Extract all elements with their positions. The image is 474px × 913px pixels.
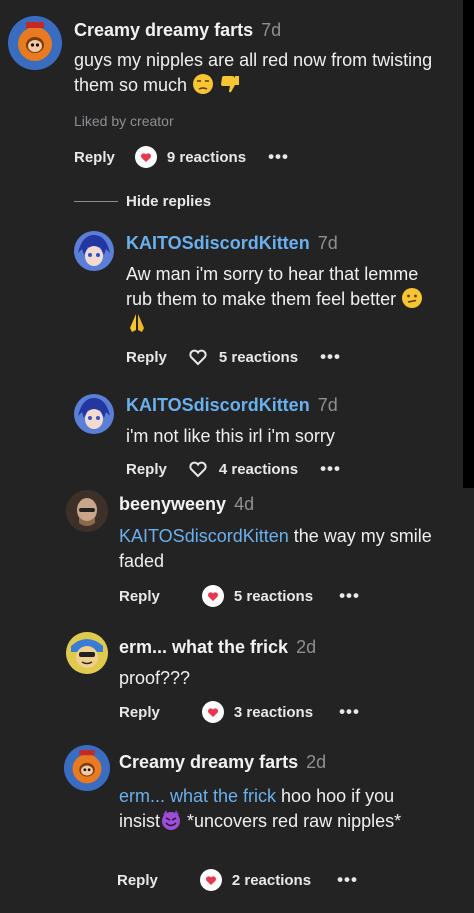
comment-age: 7d bbox=[317, 395, 338, 415]
reply-button[interactable]: Reply bbox=[119, 588, 160, 605]
avatar[interactable] bbox=[66, 632, 108, 674]
avatar-anime-icon bbox=[74, 231, 114, 271]
username-text[interactable]: KAITOSdiscordKitten bbox=[126, 395, 310, 415]
reactions-count[interactable]: 9 reactions bbox=[167, 149, 246, 166]
liked-by-creator: Liked by creator bbox=[74, 113, 174, 129]
more-options-button[interactable]: ••• bbox=[337, 870, 358, 890]
comment-text: erm... what the frick hoo hoo if you ins… bbox=[119, 784, 439, 834]
comment-username[interactable]: beenyweeny 4d bbox=[119, 494, 254, 515]
avatar[interactable] bbox=[66, 490, 108, 532]
reactions-count[interactable]: 2 reactions bbox=[232, 872, 311, 889]
heart-filled-icon[interactable] bbox=[201, 701, 224, 723]
avatar[interactable] bbox=[8, 16, 62, 70]
comment-age: 4d bbox=[234, 494, 255, 514]
username-text[interactable]: beenyweeny bbox=[119, 494, 226, 514]
comment-age: 7d bbox=[317, 233, 338, 253]
comment-username[interactable]: KAITOSdiscordKitten 7d bbox=[126, 395, 338, 416]
hide-replies-divider bbox=[74, 201, 118, 202]
avatar[interactable] bbox=[64, 745, 110, 791]
comment-text: i'm not like this irl i'm sorry bbox=[126, 424, 446, 449]
comment-actions: Reply 9 reactions ••• bbox=[74, 146, 289, 168]
comment-username[interactable]: Creamy dreamy farts 7d bbox=[74, 20, 281, 41]
avatar-photo-icon bbox=[66, 490, 108, 532]
comment-age: 2d bbox=[306, 752, 327, 772]
comment-username[interactable]: erm... what the frick 2d bbox=[119, 637, 316, 658]
comment-text: KAITOSdiscordKitten the way my smile fad… bbox=[119, 524, 449, 574]
comment-actions: Reply 4 reactions ••• bbox=[126, 458, 341, 480]
reactions-count[interactable]: 5 reactions bbox=[234, 588, 313, 605]
comment-text: Aw man i'm sorry to hear that lemme rub … bbox=[126, 262, 426, 337]
confused-face-icon bbox=[402, 288, 423, 308]
avatar-kenny-icon bbox=[8, 16, 62, 70]
heart-outline-icon[interactable] bbox=[187, 346, 209, 368]
comment-body-continued: *uncovers red raw nipples* bbox=[182, 811, 402, 831]
comment-username[interactable]: KAITOSdiscordKitten 7d bbox=[126, 233, 338, 254]
comment-body: Aw man i'm sorry to hear that lemme rub … bbox=[126, 264, 419, 309]
more-options-button[interactable]: ••• bbox=[320, 459, 341, 479]
comment-actions: Reply 5 reactions ••• bbox=[119, 585, 360, 607]
username-text[interactable]: Creamy dreamy farts bbox=[74, 20, 253, 40]
reactions-count[interactable]: 5 reactions bbox=[219, 349, 298, 366]
comment-username[interactable]: Creamy dreamy farts 2d bbox=[119, 752, 326, 773]
comment-text: guys my nipples are all red now from twi… bbox=[74, 48, 444, 98]
avatar[interactable] bbox=[74, 231, 114, 271]
comment-actions: Reply 3 reactions ••• bbox=[119, 701, 360, 723]
reply-button[interactable]: Reply bbox=[126, 461, 167, 478]
username-text[interactable]: erm... what the frick bbox=[119, 637, 288, 657]
more-options-button[interactable]: ••• bbox=[339, 702, 360, 722]
heart-filled-icon[interactable] bbox=[199, 869, 222, 891]
more-options-button[interactable]: ••• bbox=[339, 586, 360, 606]
hide-replies-button[interactable]: Hide replies bbox=[126, 193, 211, 210]
avatar-anime-icon bbox=[74, 394, 114, 434]
avatar-kenny-icon bbox=[64, 745, 110, 791]
folded-hands-icon bbox=[130, 314, 144, 332]
reply-button[interactable]: Reply bbox=[119, 704, 160, 721]
username-text[interactable]: KAITOSdiscordKitten bbox=[126, 233, 310, 253]
smiling-devil-icon bbox=[162, 810, 181, 830]
comment-actions: Reply 2 reactions ••• bbox=[117, 869, 358, 891]
avatar[interactable] bbox=[74, 394, 114, 434]
comment-age: 2d bbox=[296, 637, 317, 657]
comment-body: guys my nipples are all red now from twi… bbox=[74, 50, 433, 95]
more-options-button[interactable]: ••• bbox=[268, 147, 289, 167]
reactions-count[interactable]: 3 reactions bbox=[234, 704, 313, 721]
reactions-count[interactable]: 4 reactions bbox=[219, 461, 298, 478]
mention-link[interactable]: erm... what the frick bbox=[119, 786, 276, 806]
comment-body: proof??? bbox=[119, 668, 191, 688]
comment-body: i'm not like this irl i'm sorry bbox=[126, 426, 335, 446]
reply-button[interactable]: Reply bbox=[117, 872, 158, 889]
unamused-face-icon bbox=[193, 74, 214, 94]
avatar-cartoon-icon bbox=[66, 632, 108, 674]
heart-outline-icon[interactable] bbox=[187, 458, 209, 480]
reply-button[interactable]: Reply bbox=[74, 149, 115, 166]
mention-link[interactable]: KAITOSdiscordKitten bbox=[119, 526, 289, 546]
comment-text: proof??? bbox=[119, 666, 449, 691]
heart-filled-icon[interactable] bbox=[201, 585, 224, 607]
heart-filled-icon[interactable] bbox=[134, 146, 157, 168]
comment-age: 7d bbox=[261, 20, 282, 40]
thumbs-down-icon bbox=[221, 76, 240, 93]
username-text[interactable]: Creamy dreamy farts bbox=[119, 752, 298, 772]
reply-button[interactable]: Reply bbox=[126, 349, 167, 366]
comment-actions: Reply 5 reactions ••• bbox=[126, 346, 341, 368]
more-options-button[interactable]: ••• bbox=[320, 347, 341, 367]
